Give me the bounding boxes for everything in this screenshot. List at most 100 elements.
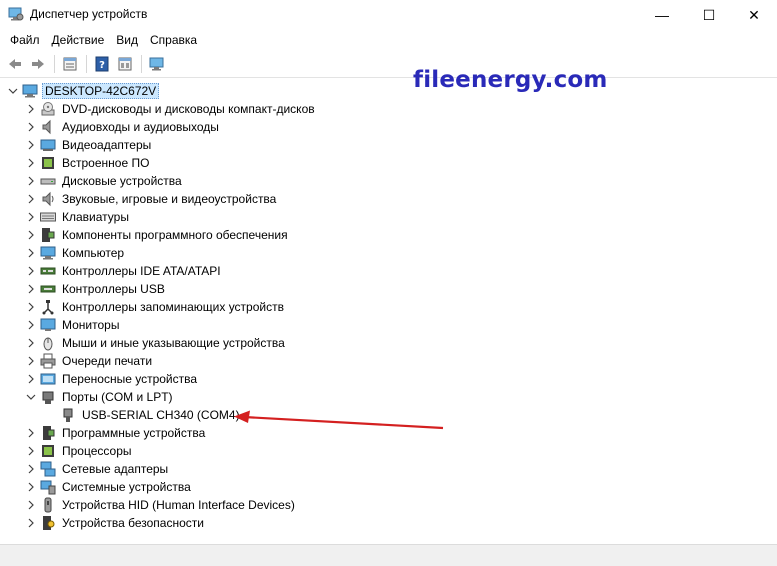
- toolbar-separator: [86, 54, 87, 73]
- tree-device[interactable]: USB-SERIAL CH340 (COM4): [58, 406, 242, 424]
- tree-category[interactable]: Очереди печати: [24, 352, 154, 370]
- category-label: Звуковые, игровые и видеоустройства: [62, 192, 277, 206]
- tree-category[interactable]: Контроллеры USB: [24, 280, 167, 298]
- tree-category[interactable]: Сетевые адаптеры: [24, 460, 170, 478]
- menu-action[interactable]: Действие: [46, 30, 111, 50]
- computer-icon: [40, 245, 56, 261]
- expand-chevron-icon[interactable]: [24, 496, 38, 514]
- keyboard-icon: [40, 209, 56, 225]
- tree-root[interactable]: DESKTOP-42C672V: [6, 82, 160, 100]
- category-label: Мониторы: [62, 318, 120, 332]
- show-hide-icon[interactable]: [114, 53, 136, 75]
- ide-controller-icon: [40, 263, 56, 279]
- expand-chevron-icon[interactable]: [24, 154, 38, 172]
- expand-chevron-icon[interactable]: [24, 334, 38, 352]
- help-icon[interactable]: ?: [91, 53, 113, 75]
- collapse-chevron-icon[interactable]: [24, 388, 38, 406]
- expand-chevron-icon[interactable]: [24, 172, 38, 190]
- tree-category[interactable]: Мыши и иные указывающие устройства: [24, 334, 287, 352]
- tree-category[interactable]: Видеоадаптеры: [24, 136, 153, 154]
- category-label: Переносные устройства: [62, 372, 198, 386]
- tree-category[interactable]: Системные устройства: [24, 478, 193, 496]
- expand-chevron-icon[interactable]: [24, 280, 38, 298]
- expand-chevron-icon[interactable]: [24, 478, 38, 496]
- disk-drive-icon: [40, 173, 56, 189]
- menu-view[interactable]: Вид: [110, 30, 144, 50]
- window-title: Диспетчер устройств: [30, 7, 148, 21]
- expand-chevron-icon[interactable]: [24, 460, 38, 478]
- tree-category[interactable]: DVD-дисководы и дисководы компакт-дисков: [24, 100, 317, 118]
- expand-chevron-icon[interactable]: [24, 298, 38, 316]
- expand-chevron-icon[interactable]: [24, 514, 38, 532]
- status-bar: [0, 544, 777, 566]
- expand-chevron-icon[interactable]: [24, 262, 38, 280]
- category-label: Устройства HID (Human Interface Devices): [62, 498, 295, 512]
- category-label: Системные устройства: [62, 480, 191, 494]
- menu-bar: Файл Действие Вид Справка: [0, 30, 777, 50]
- expand-chevron-icon[interactable]: [24, 244, 38, 262]
- menu-file[interactable]: Файл: [4, 30, 46, 50]
- category-label: Порты (COM и LPT): [62, 390, 173, 404]
- software-component-icon: [40, 227, 56, 243]
- tree-category[interactable]: Клавиатуры: [24, 208, 131, 226]
- tree-category[interactable]: Процессоры: [24, 442, 134, 460]
- security-device-icon: [40, 515, 56, 531]
- tree-category[interactable]: Контроллеры запоминающих устройств: [24, 298, 286, 316]
- tree-category[interactable]: Звуковые, игровые и видеоустройства: [24, 190, 278, 208]
- maximize-button[interactable]: ☐: [686, 0, 732, 30]
- tree-category[interactable]: Компьютер: [24, 244, 126, 262]
- svg-text:?: ?: [99, 60, 105, 71]
- close-button[interactable]: ✕: [731, 0, 777, 30]
- scan-hardware-icon[interactable]: [146, 53, 168, 75]
- print-queue-icon: [40, 353, 56, 369]
- toolbar-separator: [54, 54, 55, 73]
- expand-chevron-icon[interactable]: [24, 316, 38, 334]
- title-bar: Диспетчер устройств — ☐ ✕: [0, 0, 777, 30]
- network-adapter-icon: [40, 461, 56, 477]
- expand-chevron-icon[interactable]: [24, 190, 38, 208]
- hid-icon: [40, 497, 56, 513]
- software-device-icon: [40, 425, 56, 441]
- expand-chevron-icon[interactable]: [24, 352, 38, 370]
- tree-category[interactable]: Контроллеры IDE ATA/ATAPI: [24, 262, 223, 280]
- expand-chevron-icon[interactable]: [24, 100, 38, 118]
- category-label: Компоненты программного обеспечения: [62, 228, 288, 242]
- expand-chevron-icon[interactable]: [24, 370, 38, 388]
- category-label: Контроллеры USB: [62, 282, 165, 296]
- expand-chevron-icon[interactable]: [24, 136, 38, 154]
- category-label: Очереди печати: [62, 354, 153, 368]
- expand-chevron-icon[interactable]: [24, 442, 38, 460]
- tree-category-expanded[interactable]: Порты (COM и LPT): [24, 388, 175, 406]
- back-icon[interactable]: [4, 53, 26, 75]
- device-label: USB-SERIAL CH340 (COM4): [82, 408, 240, 422]
- sound-icon: [40, 191, 56, 207]
- category-label: Контроллеры запоминающих устройств: [62, 300, 284, 314]
- menu-help[interactable]: Справка: [144, 30, 203, 50]
- expand-chevron-icon[interactable]: [24, 424, 38, 442]
- device-tree[interactable]: DESKTOP-42C672V DVD-дисководы и дисковод…: [0, 80, 777, 542]
- collapse-chevron-icon[interactable]: [6, 82, 20, 100]
- tree-category[interactable]: Компоненты программного обеспечения: [24, 226, 290, 244]
- forward-icon[interactable]: [27, 53, 49, 75]
- annotation-arrow: [234, 410, 444, 430]
- expand-chevron-icon[interactable]: [24, 208, 38, 226]
- category-label: Мыши и иные указывающие устройства: [62, 336, 285, 350]
- minimize-button[interactable]: —: [639, 0, 685, 30]
- expand-chevron-icon[interactable]: [24, 118, 38, 136]
- portable-device-icon: [40, 371, 56, 387]
- tree-category[interactable]: Дисковые устройства: [24, 172, 184, 190]
- tree-category[interactable]: Встроенное ПО: [24, 154, 151, 172]
- category-label: DVD-дисководы и дисководы компакт-дисков: [62, 102, 315, 116]
- tree-category[interactable]: Устройства безопасности: [24, 514, 206, 532]
- tree-category[interactable]: Переносные устройства: [24, 370, 199, 388]
- tree-category[interactable]: Устройства HID (Human Interface Devices): [24, 496, 297, 514]
- expand-chevron-icon[interactable]: [24, 226, 38, 244]
- tree-category[interactable]: Аудиовходы и аудиовыходы: [24, 118, 221, 136]
- category-label: Устройства безопасности: [62, 516, 204, 530]
- processor-icon: [40, 443, 56, 459]
- properties-icon[interactable]: [59, 53, 81, 75]
- tree-category[interactable]: Мониторы: [24, 316, 121, 334]
- category-label: Программные устройства: [62, 426, 206, 440]
- serial-port-icon: [60, 407, 76, 423]
- tree-category[interactable]: Программные устройства: [24, 424, 207, 442]
